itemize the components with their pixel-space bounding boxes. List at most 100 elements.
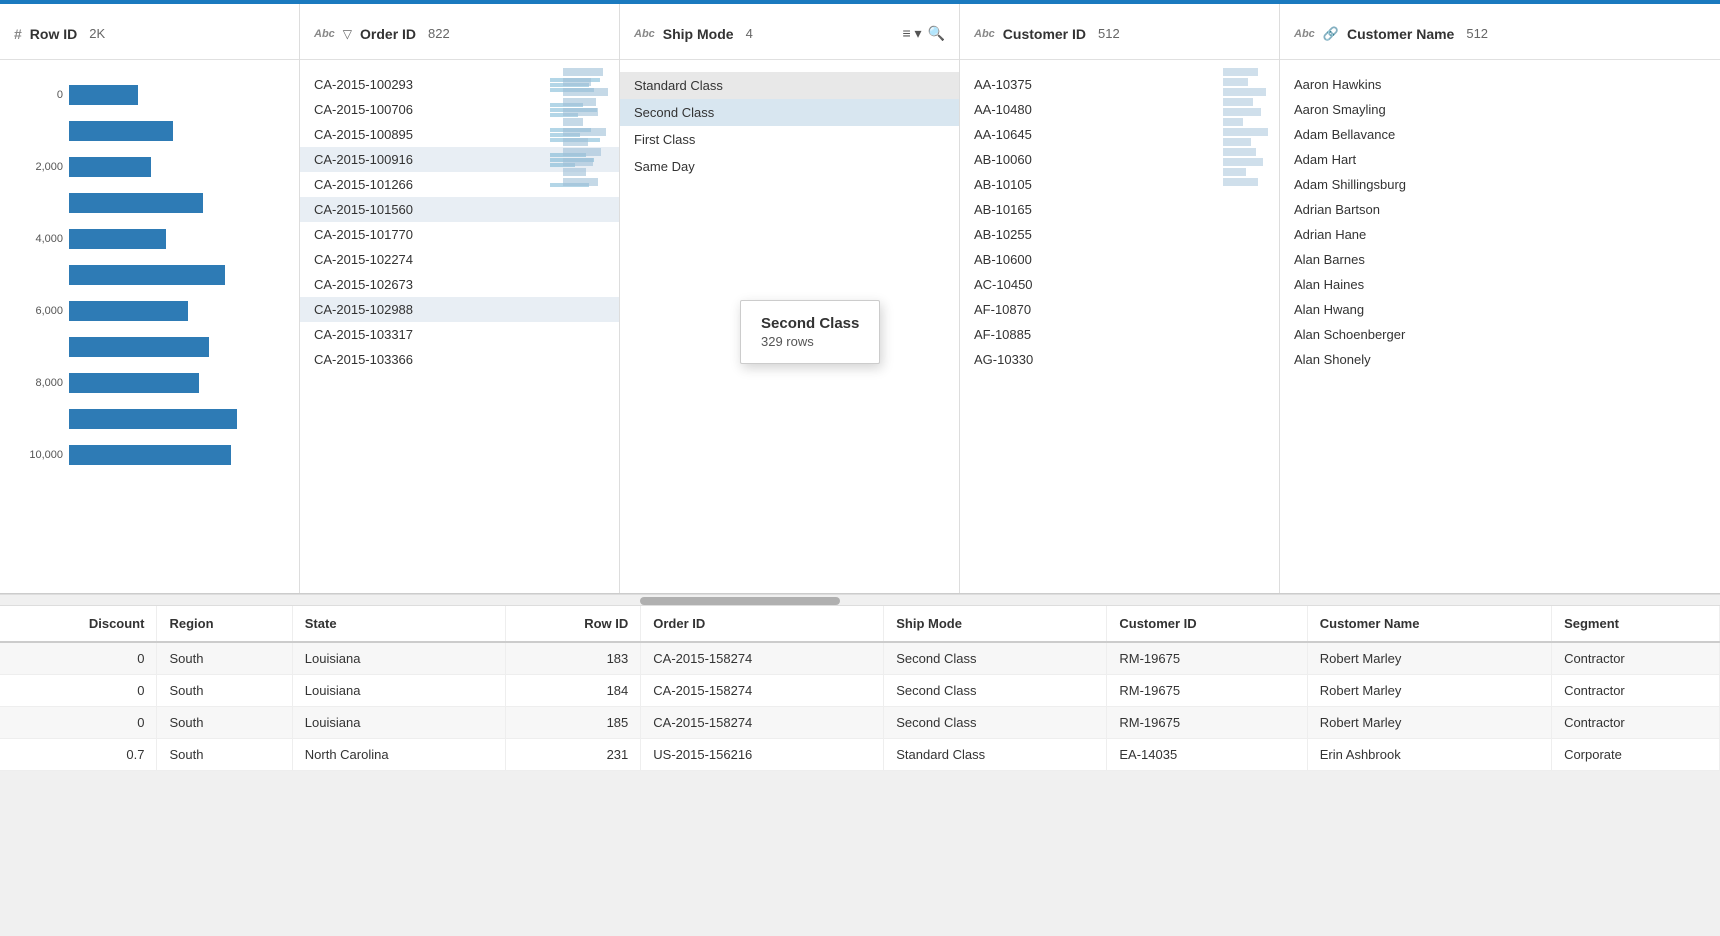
scrollbar-thumb[interactable] <box>640 597 840 605</box>
table-row: 0 South Louisiana 185 CA-2015-158274 Sec… <box>0 707 1720 739</box>
cell-ship-mode: Standard Class <box>884 739 1107 771</box>
panel-order-id-count: 822 <box>428 26 450 41</box>
panel-row-id-title: Row ID <box>30 26 77 42</box>
table-row: 0 South Louisiana 183 CA-2015-158274 Sec… <box>0 642 1720 675</box>
horizontal-scrollbar[interactable] <box>0 594 1720 606</box>
cell-customer-id: RM-19675 <box>1107 675 1307 707</box>
col-header-customer-name[interactable]: Customer Name <box>1307 606 1551 642</box>
cell-customer-id: EA-14035 <box>1107 739 1307 771</box>
cell-row-id: 183 <box>505 642 640 675</box>
cell-segment: Contractor <box>1552 707 1720 739</box>
col-header-row-id[interactable]: Row ID <box>505 606 640 642</box>
panel-ship-mode: Abc Ship Mode 4 ≡ ▾ 🔍 Standard Class Sec… <box>620 4 960 593</box>
search-icon[interactable]: 🔍 <box>928 25 945 42</box>
col-header-ship-mode[interactable]: Ship Mode <box>884 606 1107 642</box>
panel-customer-id-body: AA-10375 AA-10480 AA-10645 AB-10060 AB-1… <box>960 60 1279 593</box>
abc-icon: Abc <box>314 28 335 40</box>
cell-region: South <box>157 707 292 739</box>
panel-customer-name-header: Abc 🔗 Customer Name 512 <box>1280 4 1720 60</box>
list-item[interactable]: Aaron Hawkins <box>1280 72 1720 97</box>
cell-order-id: CA-2015-158274 <box>641 675 884 707</box>
table-row: 0 South Louisiana 184 CA-2015-158274 Sec… <box>0 675 1720 707</box>
cell-state: Louisiana <box>292 707 505 739</box>
bar-row: 8,000 <box>14 366 285 400</box>
bar-row <box>14 114 285 148</box>
panel-row-id-count: 2K <box>89 26 105 41</box>
abc-icon: Abc <box>1294 28 1315 40</box>
panel-customer-id-count: 512 <box>1098 26 1120 41</box>
table-row: 0.7 South North Carolina 231 US-2015-156… <box>0 739 1720 771</box>
col-header-order-id[interactable]: Order ID <box>641 606 884 642</box>
bar-row: 4,000 <box>14 222 285 256</box>
mini-histogram <box>1223 68 1273 585</box>
panel-row-id-header: # Row ID 2K <box>0 4 299 60</box>
tooltip-title: Second Class <box>761 315 859 332</box>
bar-row <box>14 402 285 436</box>
bar-row <box>14 330 285 364</box>
main-container: # Row ID 2K 0 2,000 <box>0 0 1720 771</box>
panel-customer-name: Abc 🔗 Customer Name 512 Aaron Hawkins Aa… <box>1280 4 1720 593</box>
filter-icon[interactable]: ▽ <box>343 27 352 41</box>
col-header-segment[interactable]: Segment <box>1552 606 1720 642</box>
cell-customer-name: Robert Marley <box>1307 642 1551 675</box>
ship-mode-standard-class[interactable]: Standard Class <box>620 72 959 99</box>
list-item[interactable]: Alan Shonely <box>1280 347 1720 372</box>
bar-chart: 0 2,000 4, <box>0 68 299 482</box>
panel-ship-mode-body: Standard Class Second Class First Class … <box>620 60 959 593</box>
list-item[interactable]: Adam Shillingsburg <box>1280 172 1720 197</box>
bar-row <box>14 258 285 292</box>
col-header-state[interactable]: State <box>292 606 505 642</box>
list-item[interactable]: Alan Hwang <box>1280 297 1720 322</box>
list-item[interactable]: Adrian Hane <box>1280 222 1720 247</box>
table-header-row: Discount Region State Row ID Order ID <box>0 606 1720 642</box>
cell-order-id: CA-2015-158274 <box>641 642 884 675</box>
cell-order-id: CA-2015-158274 <box>641 707 884 739</box>
panel-customer-id: Abc Customer ID 512 AA-10375 AA-10480 AA… <box>960 4 1280 593</box>
mini-histogram <box>563 68 613 585</box>
cell-discount: 0 <box>0 675 157 707</box>
col-header-discount[interactable]: Discount <box>0 606 157 642</box>
cell-row-id: 231 <box>505 739 640 771</box>
ship-mode-first-class[interactable]: First Class <box>620 126 959 153</box>
cell-state: North Carolina <box>292 739 505 771</box>
list-item[interactable]: Adam Hart <box>1280 147 1720 172</box>
panel-customer-name-title: Customer Name <box>1347 26 1454 42</box>
ship-mode-second-class[interactable]: Second Class <box>620 99 959 126</box>
tooltip-subtitle: 329 rows <box>761 334 859 349</box>
ship-mode-tooltip: Second Class 329 rows <box>740 300 880 364</box>
panel-order-id-body: CA-2015-100293 CA-2015-100706 CA-2015-10… <box>300 60 619 593</box>
list-item[interactable]: Alan Schoenberger <box>1280 322 1720 347</box>
ship-mode-same-day[interactable]: Same Day <box>620 153 959 180</box>
cell-customer-id: RM-19675 <box>1107 642 1307 675</box>
cell-segment: Contractor <box>1552 642 1720 675</box>
col-header-customer-id[interactable]: Customer ID <box>1107 606 1307 642</box>
col-header-region[interactable]: Region <box>157 606 292 642</box>
profile-area: # Row ID 2K 0 2,000 <box>0 4 1720 594</box>
bar-row: 0 <box>14 78 285 112</box>
bar-row: 10,000 <box>14 438 285 472</box>
bar-row: 6,000 <box>14 294 285 328</box>
panel-order-id: Abc ▽ Order ID 822 CA-2015-100293 CA-201… <box>300 4 620 593</box>
tooltip-box: Second Class 329 rows <box>740 300 880 364</box>
cell-region: South <box>157 642 292 675</box>
customer-name-list: Aaron Hawkins Aaron Smayling Adam Bellav… <box>1280 68 1720 376</box>
abc-icon: Abc <box>974 28 995 40</box>
list-item[interactable]: Alan Barnes <box>1280 247 1720 272</box>
panel-customer-name-count: 512 <box>1466 26 1488 41</box>
panel-order-id-header: Abc ▽ Order ID 822 <box>300 4 619 60</box>
filter-controls-icon[interactable]: ≡ ▾ <box>902 25 921 42</box>
list-item[interactable]: Aaron Smayling <box>1280 97 1720 122</box>
list-item[interactable]: Adam Bellavance <box>1280 122 1720 147</box>
panel-customer-name-body: Aaron Hawkins Aaron Smayling Adam Bellav… <box>1280 60 1720 593</box>
cell-segment: Corporate <box>1552 739 1720 771</box>
list-item[interactable]: Alan Haines <box>1280 272 1720 297</box>
panel-ship-mode-header: Abc Ship Mode 4 ≡ ▾ 🔍 <box>620 4 959 60</box>
cell-region: South <box>157 675 292 707</box>
abc-icon: Abc <box>634 28 655 40</box>
link-icon: 🔗 <box>1323 26 1339 42</box>
cell-customer-name: Erin Ashbrook <box>1307 739 1551 771</box>
panel-order-id-title: Order ID <box>360 26 416 42</box>
cell-ship-mode: Second Class <box>884 642 1107 675</box>
list-item[interactable]: Adrian Bartson <box>1280 197 1720 222</box>
cell-discount: 0 <box>0 707 157 739</box>
